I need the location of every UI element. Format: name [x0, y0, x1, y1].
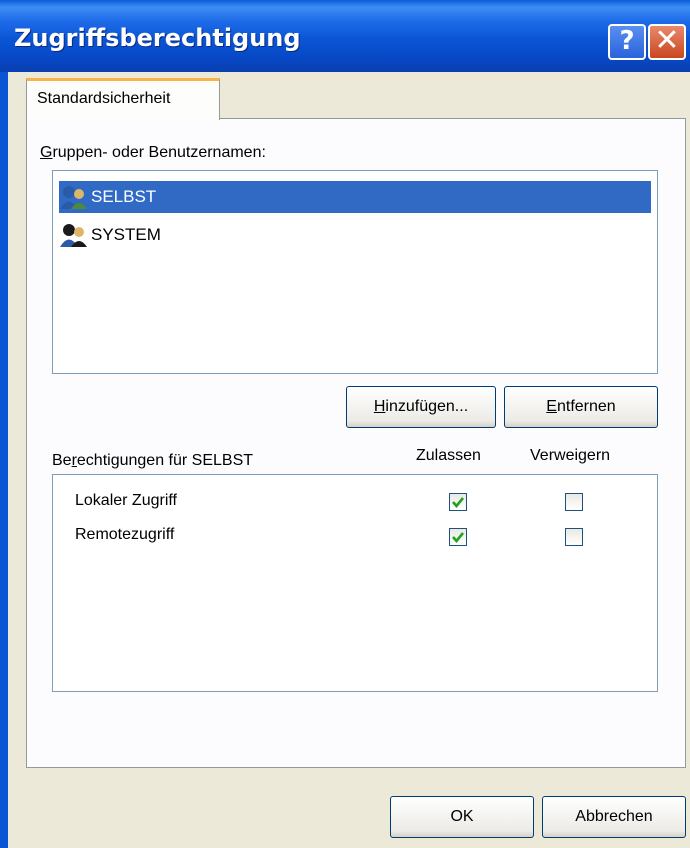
close-button[interactable]: ✕ — [648, 24, 686, 60]
allow-checkbox-remote[interactable] — [449, 528, 467, 546]
permission-name: Lokaler Zugriff — [75, 492, 177, 509]
tab-standardsicherheit[interactable]: Standardsicherheit — [26, 78, 220, 120]
deny-checkbox-lokal[interactable] — [565, 493, 583, 511]
permissions-listbox: Lokaler Zugriff Remotezugriff — [52, 474, 658, 692]
add-button[interactable]: Hinzufügen... — [346, 386, 496, 428]
allow-checkbox-lokal[interactable] — [449, 493, 467, 511]
list-item-system[interactable]: SYSTEM — [59, 219, 161, 251]
cancel-button[interactable]: Abbrechen — [542, 796, 686, 838]
window-title: Zugriffsberechtigung — [14, 24, 301, 52]
list-item-label: SELBST — [91, 187, 157, 206]
deny-checkbox-remote[interactable] — [565, 528, 583, 546]
remove-button[interactable]: Entfernen — [504, 386, 658, 428]
groups-label: Gruppen- oder Benutzernamen: — [40, 144, 266, 161]
list-item-selbst[interactable]: SELBST — [59, 181, 651, 213]
help-button[interactable]: ? — [608, 24, 646, 60]
title-bar[interactable]: Zugriffsberechtigung ? ✕ — [0, 0, 690, 72]
window-frame — [0, 72, 8, 848]
checkmark-icon — [452, 532, 465, 544]
allow-column-header: Zulassen — [416, 447, 481, 464]
permissions-label: Berechtigungen für SELBST — [52, 452, 254, 469]
permission-name: Remotezugriff — [75, 526, 175, 543]
dialog-window: Zugriffsberechtigung ? ✕ Standardsicherh… — [0, 0, 690, 848]
groups-listbox[interactable]: SELBST SYSTEM — [52, 170, 658, 374]
tab-label: Standardsicherheit — [37, 90, 171, 107]
ok-button[interactable]: OK — [390, 796, 534, 838]
users-icon — [60, 224, 87, 247]
deny-column-header: Verweigern — [530, 447, 611, 464]
list-item-label: SYSTEM — [91, 225, 161, 244]
users-icon — [60, 186, 87, 209]
checkmark-icon — [452, 497, 465, 509]
